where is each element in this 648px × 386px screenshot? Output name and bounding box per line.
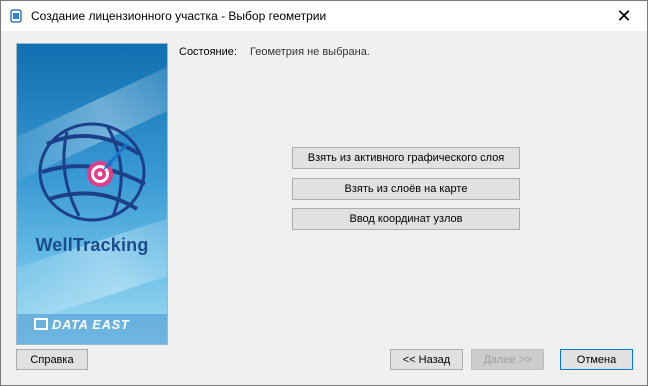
help-button[interactable]: Справка [16,349,88,370]
enter-coordinates-button[interactable]: Ввод координат узлов [292,208,520,230]
wizard-banner: WellTracking DATA EAST [16,43,168,345]
next-button[interactable]: Далее >> [471,349,544,370]
close-button[interactable]: ✕ [601,1,647,31]
from-map-layers-button[interactable]: Взять из слоёв на карте [292,178,520,200]
dialog-window: Создание лицензионного участка - Выбор г… [0,0,648,386]
vendor-name: DATA EAST [52,316,130,332]
cancel-button[interactable]: Отмена [560,349,633,370]
status-value: Геометрия не выбрана. [250,46,370,58]
window-title: Создание лицензионного участка - Выбор г… [31,9,327,23]
status-label: Состояние: [179,46,237,58]
close-icon: ✕ [616,5,632,26]
dialog-app-icon [10,9,22,23]
back-button[interactable]: << Назад [390,349,463,370]
data-east-logo-icon: DATA EAST [34,316,152,332]
from-active-layer-button[interactable]: Взять из активного графического слоя [292,147,520,169]
title-bar[interactable]: Создание лицензионного участка - Выбор г… [1,1,647,31]
globe-logo-icon [17,44,167,333]
vendor-mark [34,318,48,330]
brand-name: WellTracking [35,235,149,255]
